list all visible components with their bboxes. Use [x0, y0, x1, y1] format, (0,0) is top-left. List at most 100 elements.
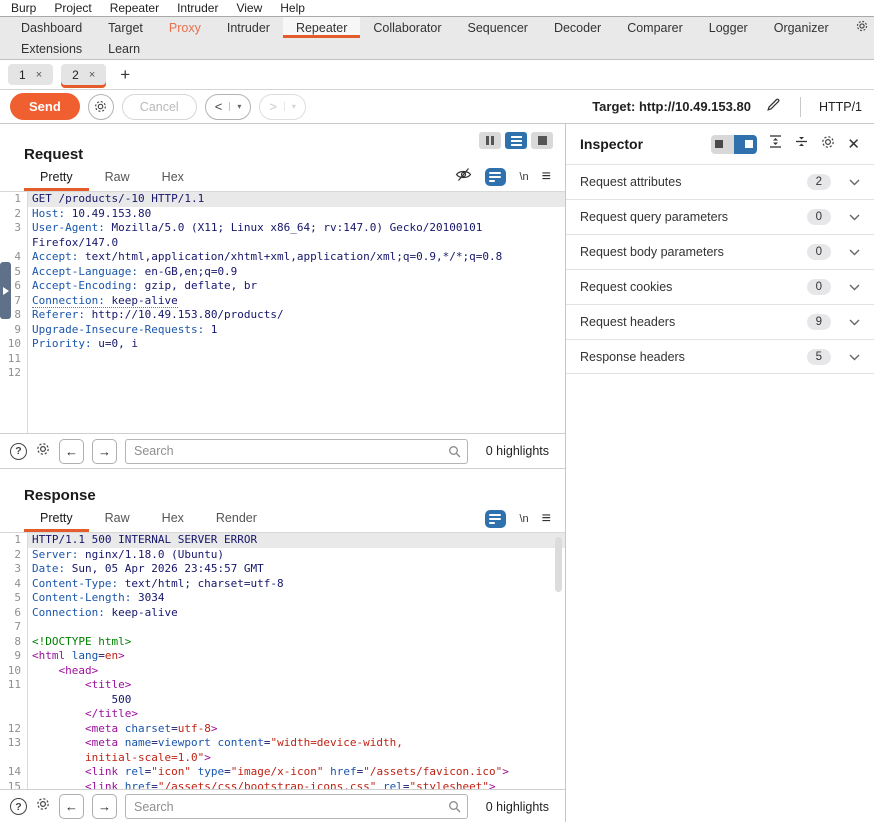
search-next-arrow-button[interactable]: → [92, 794, 117, 819]
menu-item-help[interactable]: Help [271, 1, 314, 15]
help-icon[interactable]: ? [10, 443, 27, 460]
line-number: 7 [0, 620, 27, 635]
code-line: 3Date: Sun, 05 Apr 2026 23:45:57 GMT [0, 562, 565, 577]
hide-nonprintable-eye-slash-icon[interactable] [455, 167, 472, 187]
tab-dashboard[interactable]: Dashboard [8, 17, 95, 38]
request-panel: Request Pretty Raw Hex [0, 124, 565, 433]
tab-proxy[interactable]: Proxy [156, 17, 214, 38]
tab-target[interactable]: Target [95, 17, 156, 38]
tab-response-pretty[interactable]: Pretty [24, 505, 89, 532]
inspector-section-request-query-parameters[interactable]: Request query parameters0 [566, 199, 874, 234]
tab-response-raw[interactable]: Raw [89, 505, 146, 532]
tab-learn[interactable]: Learn [95, 38, 153, 59]
send-button[interactable]: Send [10, 93, 80, 120]
chevron-down-icon: ▾ [284, 102, 296, 111]
play-triangle-icon [3, 287, 9, 295]
forward-history-button[interactable]: >▾ [259, 94, 306, 120]
request-search-input[interactable] [125, 439, 468, 464]
back-history-button[interactable]: <▾ [205, 94, 252, 120]
editor-menu-icon[interactable]: ≡ [542, 511, 551, 527]
inspector-section-request-attributes[interactable]: Request attributes2 [566, 164, 874, 199]
search-prev-arrow-button[interactable]: ← [59, 794, 84, 819]
send-settings-gear-icon[interactable] [88, 94, 114, 120]
repeater-tab-label: 2 [72, 68, 79, 82]
search-settings-gear-icon[interactable] [35, 441, 51, 462]
search-next-arrow-button[interactable]: → [92, 439, 117, 464]
chevron-down-icon[interactable] [849, 348, 860, 366]
show-newlines-icon[interactable]: \n [519, 513, 528, 525]
word-wrap-icon[interactable] [485, 510, 506, 528]
close-icon[interactable]: ✕ [847, 137, 860, 152]
layout-single-button[interactable] [531, 132, 553, 149]
tab-request-pretty[interactable]: Pretty [24, 164, 89, 191]
count-badge: 0 [807, 209, 831, 225]
add-tab-button[interactable]: + [114, 65, 136, 85]
line-number [0, 693, 27, 708]
editor-menu-icon[interactable]: ≡ [542, 169, 551, 185]
repeater-tab-1[interactable]: 1× [8, 64, 53, 85]
tab-intruder[interactable]: Intruder [214, 17, 283, 38]
inspector-section-request-headers[interactable]: Request headers9 [566, 304, 874, 339]
code-line: 1HTTP/1.1 500 INTERNAL SERVER ERROR [0, 533, 565, 548]
tab-organizer[interactable]: Organizer [761, 17, 842, 38]
tab-collaborator[interactable]: Collaborator [360, 17, 454, 38]
response-editor[interactable]: 1HTTP/1.1 500 INTERNAL SERVER ERROR2Serv… [0, 532, 565, 789]
scrollbar-thumb[interactable] [555, 537, 562, 592]
request-editor[interactable]: 1GET /products/-10 HTTP/1.12Host: 10.49.… [0, 191, 565, 433]
menu-item-repeater[interactable]: Repeater [101, 1, 168, 15]
search-settings-gear-icon[interactable] [35, 796, 51, 817]
inspector-section-request-cookies[interactable]: Request cookies0 [566, 269, 874, 304]
chevron-down-icon[interactable] [849, 173, 860, 191]
tab-repeater[interactable]: Repeater [283, 17, 360, 38]
tab-request-hex[interactable]: Hex [146, 164, 200, 191]
dock-right-button[interactable] [734, 135, 757, 154]
tab-extensions[interactable]: Extensions [8, 38, 95, 59]
inspector-settings-gear-icon[interactable] [820, 134, 836, 155]
repeater-tab-2[interactable]: 2× [61, 64, 106, 85]
tab-response-hex[interactable]: Hex [146, 505, 200, 532]
repeater-tab-bar: 1×2×+ [0, 60, 874, 90]
chevron-down-icon[interactable] [849, 313, 860, 331]
layout-rows-button[interactable] [505, 132, 527, 149]
tab-label: Intruder [227, 21, 270, 35]
inspector-section-response-headers[interactable]: Response headers5 [566, 339, 874, 374]
tab-logger[interactable]: Logger [696, 17, 761, 38]
tab-request-raw[interactable]: Raw [89, 164, 146, 191]
tab-decoder[interactable]: Decoder [541, 17, 614, 38]
response-search-input[interactable] [125, 794, 468, 819]
word-wrap-icon[interactable] [485, 168, 506, 186]
cancel-button[interactable]: Cancel [122, 94, 197, 120]
edit-target-pencil-icon[interactable] [765, 96, 782, 118]
close-icon[interactable]: × [36, 69, 42, 81]
tab-label: Logger [709, 21, 748, 35]
expand-all-icon[interactable] [768, 134, 783, 154]
close-icon[interactable]: × [89, 69, 95, 81]
code-line: 13 <meta name=viewport content="width=de… [0, 736, 565, 751]
help-icon[interactable]: ? [10, 798, 27, 815]
chevron-down-icon[interactable] [849, 243, 860, 261]
menu-item-project[interactable]: Project [45, 1, 100, 15]
request-highlights-count: 0 highlights [486, 444, 549, 458]
line-number: 14 [0, 765, 27, 780]
show-newlines-icon[interactable]: \n [519, 171, 528, 183]
chevron-down-icon[interactable]: ▾ [229, 102, 241, 111]
search-prev-arrow-button[interactable]: ← [59, 439, 84, 464]
tab-comparer[interactable]: Comparer [614, 17, 696, 38]
menu-item-view[interactable]: View [227, 1, 271, 15]
menu-item-burp[interactable]: Burp [2, 1, 45, 15]
menu-item-intruder[interactable]: Intruder [168, 1, 227, 15]
line-number: 5 [0, 591, 27, 606]
protocol-selector[interactable]: HTTP/1 [819, 100, 862, 114]
tab-label: Sequencer [467, 21, 527, 35]
code-line: 10 <head> [0, 664, 565, 679]
inspector-section-request-body-parameters[interactable]: Request body parameters0 [566, 234, 874, 269]
chevron-down-icon[interactable] [849, 278, 860, 296]
tab-response-render[interactable]: Render [200, 505, 273, 532]
tab-sequencer[interactable]: Sequencer [454, 17, 540, 38]
layout-columns-button[interactable] [479, 132, 501, 149]
gutter-scroll-handle[interactable] [0, 262, 11, 319]
collapse-all-icon[interactable] [794, 134, 809, 154]
dock-left-button[interactable] [711, 135, 734, 154]
tab-settings[interactable]: Se [842, 17, 874, 38]
chevron-down-icon[interactable] [849, 208, 860, 226]
